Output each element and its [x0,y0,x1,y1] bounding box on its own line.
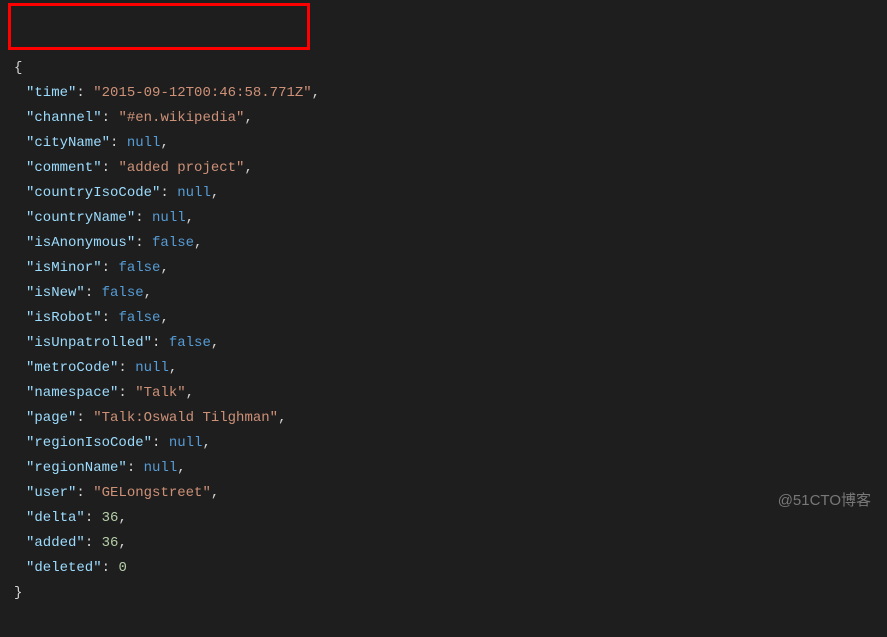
json-key: "isUnpatrolled" [26,335,152,351]
json-key: "countryIsoCode" [26,185,160,201]
json-value: 36 [102,510,119,526]
json-key: "deleted" [26,560,102,576]
json-key: "added" [26,535,85,551]
json-value: null [127,135,161,151]
json-key: "regionIsoCode" [26,435,152,451]
json-key: "cityName" [26,135,110,151]
json-row: "deleted": 0 [14,556,873,581]
json-row: "user": "GELongstreet", [14,481,873,506]
json-value: 0 [118,560,126,576]
json-key: "page" [26,410,76,426]
json-key: "countryName" [26,210,135,226]
json-row: "time": "2015-09-12T00:46:58.771Z", [14,81,873,106]
json-key: "channel" [26,110,102,126]
json-value: null [135,360,169,376]
json-value: 36 [102,535,119,551]
json-row: "countryName": null, [14,206,873,231]
json-row: "page": "Talk:Oswald Tilghman", [14,406,873,431]
json-row: "metroCode": null, [14,356,873,381]
json-value: false [118,310,160,326]
json-value: "Talk:Oswald Tilghman" [93,410,278,426]
json-row: "regionName": null, [14,456,873,481]
json-value: "added project" [118,160,244,176]
json-key: "isNew" [26,285,85,301]
json-row: "isRobot": false, [14,306,873,331]
brace-open: { [14,56,873,81]
json-value: false [169,335,211,351]
json-row: "isUnpatrolled": false, [14,331,873,356]
json-key: "user" [26,485,76,501]
json-key: "isMinor" [26,260,102,276]
json-value: null [144,460,178,476]
json-value: false [118,260,160,276]
json-row: "isNew": false, [14,281,873,306]
json-row: "delta": 36, [14,506,873,531]
json-key: "time" [26,85,76,101]
watermark: @51CTO博客 [778,488,871,513]
brace-close: } [14,581,873,606]
json-value: false [152,235,194,251]
json-key: "delta" [26,510,85,526]
json-value: "GELongstreet" [93,485,211,501]
json-row: "added": 36, [14,531,873,556]
json-key: "comment" [26,160,102,176]
json-key: "regionName" [26,460,127,476]
json-value: "Talk" [135,385,185,401]
json-row: "regionIsoCode": null, [14,431,873,456]
json-value: "#en.wikipedia" [118,110,244,126]
json-value: false [102,285,144,301]
json-key: "isAnonymous" [26,235,135,251]
json-value: null [177,185,211,201]
json-value: null [152,210,186,226]
json-key: "metroCode" [26,360,118,376]
json-value: "2015-09-12T00:46:58.771Z" [93,85,311,101]
json-key: "namespace" [26,385,118,401]
json-value: null [169,435,203,451]
json-row: "comment": "added project", [14,156,873,181]
json-row: "channel": "#en.wikipedia", [14,106,873,131]
json-row: "cityName": null, [14,131,873,156]
json-row: "isAnonymous": false, [14,231,873,256]
json-key: "isRobot" [26,310,102,326]
json-row: "namespace": "Talk", [14,381,873,406]
json-row: "countryIsoCode": null, [14,181,873,206]
json-code-block: {"time": "2015-09-12T00:46:58.771Z","cha… [0,0,887,637]
json-row: "isMinor": false, [14,256,873,281]
